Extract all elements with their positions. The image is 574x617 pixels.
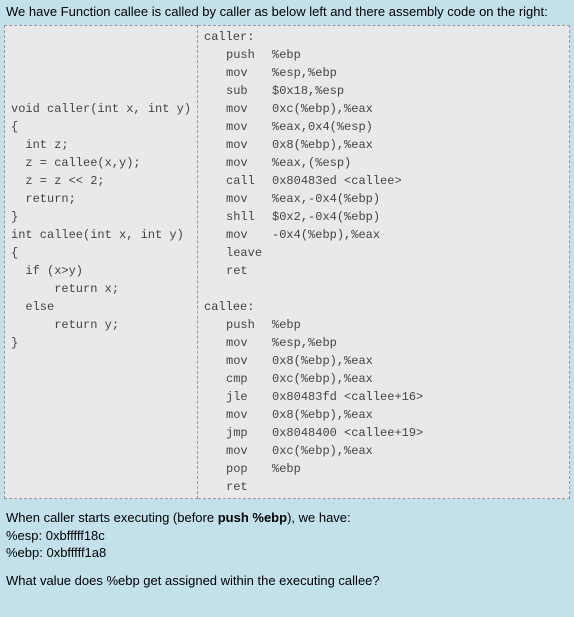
asm-operands: 0xc(%ebp),%eax — [272, 442, 373, 460]
source-cell: void caller(int x, int y){ int z; z = ca… — [5, 26, 198, 499]
asm-mnemonic: mov — [204, 406, 272, 424]
source-line: return y; — [11, 316, 191, 334]
asm-operands: 0x8(%ebp),%eax — [272, 136, 373, 154]
source-line: void caller(int x, int y) — [11, 100, 191, 118]
asm-operands: %ebp — [272, 46, 301, 64]
asm-line: mov0xc(%ebp),%eax — [204, 442, 563, 460]
intro-text: We have Function callee is called by cal… — [6, 4, 548, 19]
source-line: z = callee(x,y); — [11, 154, 191, 172]
source-line: { — [11, 118, 191, 136]
asm-operands: 0x8048400 <callee+19> — [272, 424, 423, 442]
asm-mnemonic: mov — [204, 136, 272, 154]
asm-line: push%ebp — [204, 46, 563, 64]
asm-operands: %esp,%ebp — [272, 334, 337, 352]
question-text: What value does %ebp get assigned within… — [6, 572, 570, 590]
asm-line: leave — [204, 244, 563, 262]
asm-line: push%ebp — [204, 316, 563, 334]
precondition-bold: push %ebp — [218, 510, 287, 525]
asm-mnemonic: mov — [204, 100, 272, 118]
source-line: } — [11, 334, 191, 352]
asm-line: pop%ebp — [204, 460, 563, 478]
asm-line: ret — [204, 478, 563, 496]
asm-mnemonic: mov — [204, 334, 272, 352]
asm-mnemonic: mov — [204, 64, 272, 82]
asm-label-caller: caller: — [204, 28, 254, 46]
asm-mnemonic: mov — [204, 442, 272, 460]
asm-line: call0x80483ed <callee> — [204, 172, 563, 190]
asm-mnemonic: mov — [204, 154, 272, 172]
precondition-line: When caller starts executing (before pus… — [6, 509, 570, 527]
asm-operands: 0x8(%ebp),%eax — [272, 352, 373, 370]
asm-line: mov%eax,0x4(%esp) — [204, 118, 563, 136]
asm-mnemonic: ret — [204, 262, 272, 280]
asm-operands: 0x8(%ebp),%eax — [272, 406, 373, 424]
asm-mnemonic: push — [204, 316, 272, 334]
asm-mnemonic: shll — [204, 208, 272, 226]
asm-operands: %eax,(%esp) — [272, 154, 351, 172]
asm-line: mov-0x4(%ebp),%eax — [204, 226, 563, 244]
asm-mnemonic: leave — [204, 244, 272, 262]
asm-mnemonic: push — [204, 46, 272, 64]
source-line: { — [11, 244, 191, 262]
source-line: else — [11, 298, 191, 316]
asm-operands: 0xc(%ebp),%eax — [272, 100, 373, 118]
asm-line: jmp0x8048400 <callee+19> — [204, 424, 563, 442]
asm-mnemonic: mov — [204, 190, 272, 208]
reg-esp: %esp: 0xbfffff18c — [6, 527, 570, 545]
asm-mnemonic: mov — [204, 352, 272, 370]
asm-operands: $0x18,%esp — [272, 82, 344, 100]
asm-operands: %ebp — [272, 460, 301, 478]
asm-line: mov0xc(%ebp),%eax — [204, 100, 563, 118]
source-line: int callee(int x, int y) — [11, 226, 191, 244]
problem-intro: We have Function callee is called by cal… — [0, 0, 574, 23]
asm-mnemonic: cmp — [204, 370, 272, 388]
asm-line: sub$0x18,%esp — [204, 82, 563, 100]
asm-line: cmp0xc(%ebp),%eax — [204, 370, 563, 388]
asm-operands: %eax,-0x4(%ebp) — [272, 190, 380, 208]
asm-line: jle0x80483fd <callee+16> — [204, 388, 563, 406]
precondition-text-a: When caller starts executing (before — [6, 510, 218, 525]
asm-line: mov%esp,%ebp — [204, 64, 563, 82]
footer-block: When caller starts executing (before pus… — [0, 499, 574, 595]
asm-operands: 0x80483ed <callee> — [272, 172, 402, 190]
asm-line: shll$0x2,-0x4(%ebp) — [204, 208, 563, 226]
asm-line: mov%eax,-0x4(%ebp) — [204, 190, 563, 208]
code-table: void caller(int x, int y){ int z; z = ca… — [4, 25, 570, 499]
asm-line: mov%eax,(%esp) — [204, 154, 563, 172]
asm-mnemonic: call — [204, 172, 272, 190]
asm-mnemonic: mov — [204, 226, 272, 244]
asm-mnemonic: jle — [204, 388, 272, 406]
asm-mnemonic: sub — [204, 82, 272, 100]
asm-mnemonic: ret — [204, 478, 272, 496]
source-line: if (x>y) — [11, 262, 191, 280]
source-line: int z; — [11, 136, 191, 154]
asm-mnemonic: mov — [204, 118, 272, 136]
source-line: z = z << 2; — [11, 172, 191, 190]
asm-operands: $0x2,-0x4(%ebp) — [272, 208, 380, 226]
asm-label-callee: callee: — [204, 298, 254, 316]
source-line: return; — [11, 190, 191, 208]
code-table-wrap: void caller(int x, int y){ int z; z = ca… — [4, 25, 570, 499]
asm-line: ret — [204, 262, 563, 280]
asm-operands: -0x4(%ebp),%eax — [272, 226, 380, 244]
asm-mnemonic: pop — [204, 460, 272, 478]
source-line: } — [11, 208, 191, 226]
asm-cell: caller: push%ebpmov%esp,%ebpsub$0x18,%es… — [198, 26, 570, 499]
source-line: return x; — [11, 280, 191, 298]
precondition-text-b: ), we have: — [287, 510, 351, 525]
asm-line: mov%esp,%ebp — [204, 334, 563, 352]
asm-operands: %eax,0x4(%esp) — [272, 118, 373, 136]
asm-operands: 0x80483fd <callee+16> — [272, 388, 423, 406]
asm-line: mov0x8(%ebp),%eax — [204, 406, 563, 424]
source-leading-blank — [11, 28, 191, 100]
asm-operands: %ebp — [272, 316, 301, 334]
asm-line: mov0x8(%ebp),%eax — [204, 352, 563, 370]
reg-ebp: %ebp: 0xbfffff1a8 — [6, 544, 570, 562]
asm-operands: 0xc(%ebp),%eax — [272, 370, 373, 388]
asm-mnemonic: jmp — [204, 424, 272, 442]
asm-blank — [204, 280, 563, 298]
asm-operands: %esp,%ebp — [272, 64, 337, 82]
asm-line: mov0x8(%ebp),%eax — [204, 136, 563, 154]
